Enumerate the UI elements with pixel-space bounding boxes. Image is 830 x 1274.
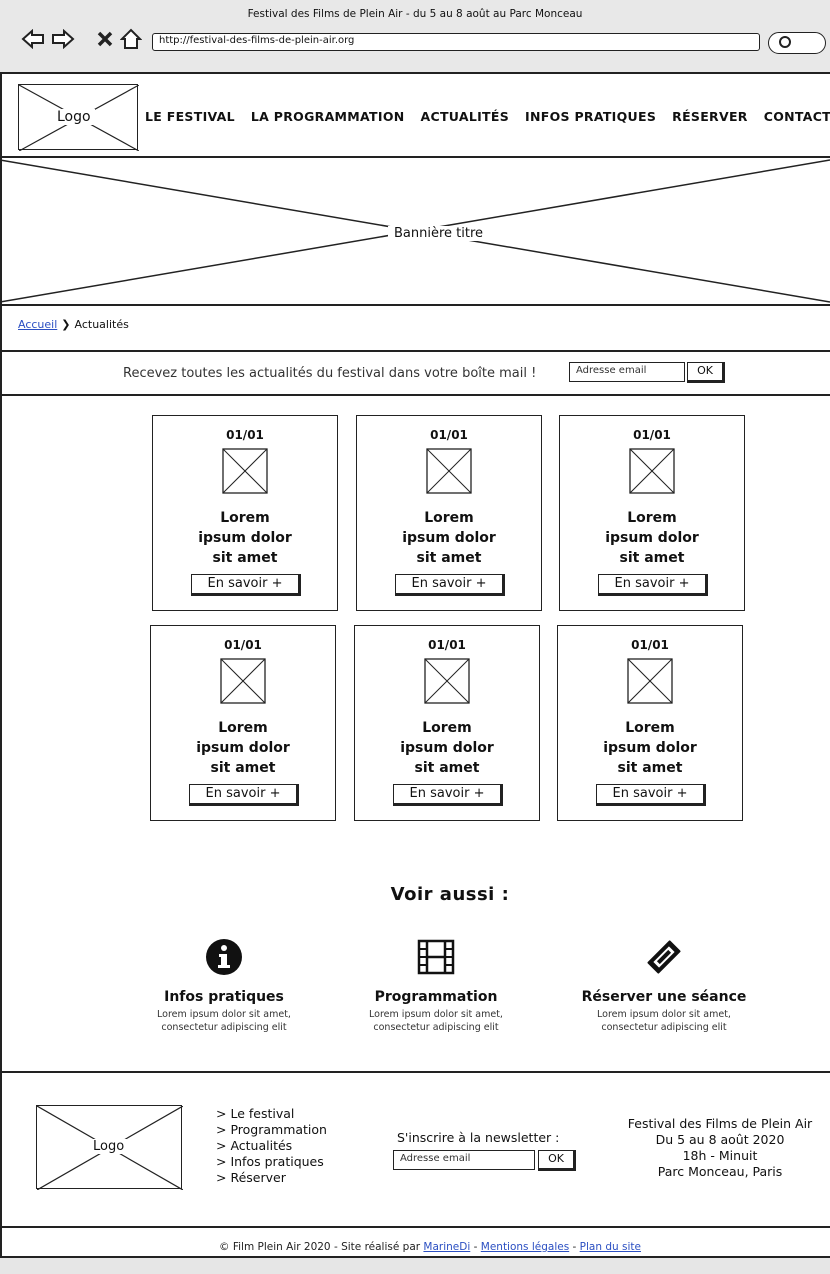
article-card: 01/01 Lorem ipsum dolor sit amet En savoir… xyxy=(354,625,540,821)
image-placeholder-icon xyxy=(629,448,675,494)
see-also-item-infos[interactable]: Infos pratiques Lorem ipsum dolor sit am… xyxy=(114,937,334,1034)
footer-link-actualites[interactable]: > Actualités xyxy=(216,1138,327,1154)
see-also-name: Réserver une séance xyxy=(581,989,747,1005)
image-placeholder-icon xyxy=(627,658,673,704)
article-date: 01/01 xyxy=(428,638,466,652)
article-card: 01/01 Lorem ipsum dolor sit amet En savoir… xyxy=(356,415,542,611)
back-arrow-icon[interactable] xyxy=(20,26,46,52)
article-title: Lorem ipsum dolor sit amet xyxy=(400,720,494,776)
newsletter-text: Recevez toutes les actualités du festiva… xyxy=(123,366,537,381)
footer-newsletter-email-input[interactable]: Adresse email xyxy=(393,1150,535,1170)
image-placeholder-icon xyxy=(220,658,266,704)
see-also-item-programmation[interactable]: Programmation Lorem ipsum dolor sit amet… xyxy=(326,937,546,1034)
newsletter-ok-button[interactable]: OK xyxy=(687,362,725,383)
article-date: 01/01 xyxy=(631,638,669,652)
home-icon[interactable] xyxy=(118,26,144,52)
footer-logo[interactable]: Logo xyxy=(36,1105,183,1190)
article-date: 01/01 xyxy=(430,428,468,442)
copyright-text: © Film Plein Air 2020 - Site réalisé par xyxy=(219,1241,421,1253)
footer-link-reserver[interactable]: > Réserver xyxy=(216,1170,327,1186)
nav-item-actualites[interactable]: ACTUALITÉS xyxy=(421,109,510,124)
footer-newsletter-label: S'inscrire à la newsletter : xyxy=(397,1130,560,1145)
read-more-button[interactable]: En savoir + xyxy=(596,784,706,806)
image-placeholder-icon xyxy=(426,448,472,494)
footer-link-infos-pratiques[interactable]: > Infos pratiques xyxy=(216,1154,327,1170)
article-date: 01/01 xyxy=(633,428,671,442)
window-title: Festival des Films de Plein Air - du 5 a… xyxy=(247,8,583,20)
article-card: 01/01 Lorem ipsum dolor sit amet En savoir… xyxy=(150,625,336,821)
nav-item-programmation[interactable]: LA PROGRAMMATION xyxy=(251,109,405,124)
logo-label: Logo xyxy=(89,1139,129,1154)
ticket-icon xyxy=(647,940,681,974)
footer-link-festival[interactable]: > Le festival xyxy=(216,1106,327,1122)
breadcrumb-home-link[interactable]: Accueil xyxy=(18,318,57,331)
read-more-button[interactable]: En savoir + xyxy=(395,574,505,596)
header-logo[interactable]: Logo xyxy=(18,84,139,151)
banner-label: Bannière titre xyxy=(388,226,490,241)
article-date: 01/01 xyxy=(226,428,264,442)
search-icon xyxy=(779,36,791,48)
copyright-line: © Film Plein Air 2020 - Site réalisé par… xyxy=(219,1241,641,1253)
read-more-button[interactable]: En savoir + xyxy=(598,574,708,596)
newsletter-strip: Recevez toutes les actualités du festiva… xyxy=(0,352,830,394)
title-banner: Bannière titre xyxy=(0,158,830,306)
see-also-name: Infos pratiques xyxy=(164,989,284,1005)
info-icon xyxy=(206,939,242,975)
image-placeholder-icon xyxy=(424,658,470,704)
see-also-title: Voir aussi : xyxy=(390,884,510,905)
see-also-desc: Lorem ipsum dolor sit amet, consectetur a… xyxy=(369,1009,503,1033)
browser-search-button[interactable] xyxy=(768,32,826,54)
read-more-button[interactable]: En savoir + xyxy=(393,784,503,806)
chevron-right-icon: ❯ xyxy=(61,318,71,331)
film-icon xyxy=(417,939,455,975)
legal-notice-link[interactable]: Mentions légales xyxy=(481,1241,569,1253)
nav-item-festival[interactable]: LE FESTIVAL xyxy=(145,109,235,124)
divider xyxy=(0,1071,830,1073)
browser-chrome: Festival des Films de Plein Air - du 5 a… xyxy=(0,0,830,74)
article-card: 01/01 Lorem ipsum dolor sit amet En savoir… xyxy=(152,415,338,611)
footer-links: > Le festival > Programmation > Actualit… xyxy=(216,1106,327,1186)
sitemap-link[interactable]: Plan du site xyxy=(580,1241,641,1253)
nav-item-reserver[interactable]: RÉSERVER xyxy=(672,109,748,124)
article-title: Lorem ipsum dolor sit amet xyxy=(605,510,699,566)
read-more-button[interactable]: En savoir + xyxy=(191,574,301,596)
article-card: 01/01 Lorem ipsum dolor sit amet En savoir… xyxy=(559,415,745,611)
article-date: 01/01 xyxy=(224,638,262,652)
article-card: 01/01 Lorem ipsum dolor sit amet En savoir… xyxy=(557,625,743,821)
article-title: Lorem ipsum dolor sit amet xyxy=(198,510,292,566)
nav-item-infos-pratiques[interactable]: INFOS PRATIQUES xyxy=(525,109,656,124)
see-also-desc: Lorem ipsum dolor sit amet, consectetur a… xyxy=(597,1009,731,1033)
read-more-button[interactable]: En savoir + xyxy=(189,784,299,806)
article-title: Lorem ipsum dolor sit amet xyxy=(603,720,697,776)
image-placeholder-icon xyxy=(222,448,268,494)
footer-newsletter-ok-button[interactable]: OK xyxy=(538,1150,576,1171)
article-title: Lorem ipsum dolor sit amet xyxy=(402,510,496,566)
newsletter-email-input[interactable]: Adresse email xyxy=(569,362,685,382)
see-also-item-reserver[interactable]: Réserver une séance Lorem ipsum dolor si… xyxy=(554,937,774,1034)
breadcrumb: Accueil ❯ Actualités xyxy=(18,318,129,331)
breadcrumb-current: Actualités xyxy=(74,318,129,331)
footer-festival-info: Festival des Films de Plein Air Du 5 au … xyxy=(627,1116,813,1179)
see-also-desc: Lorem ipsum dolor sit amet, consectetur a… xyxy=(157,1009,291,1033)
logo-label: Logo xyxy=(53,109,95,125)
divider xyxy=(0,394,830,396)
divider xyxy=(0,1226,830,1228)
main-nav: LE FESTIVAL LA PROGRAMMATION ACTUALITÉS … xyxy=(145,109,830,124)
article-title: Lorem ipsum dolor sit amet xyxy=(196,720,290,776)
footer-link-programmation[interactable]: > Programmation xyxy=(216,1122,327,1138)
nav-item-contact[interactable]: CONTACT xyxy=(764,109,830,124)
forward-arrow-icon[interactable] xyxy=(50,26,76,52)
browser-status-bar xyxy=(0,1256,830,1274)
see-also-name: Programmation xyxy=(374,989,498,1005)
url-bar[interactable]: http://festival-des-films-de-plein-air.o… xyxy=(152,33,760,51)
stop-icon[interactable] xyxy=(92,26,118,52)
site-header: Logo LE FESTIVAL LA PROGRAMMATION ACTUAL… xyxy=(0,76,830,158)
author-link[interactable]: MarineDi xyxy=(423,1241,470,1253)
